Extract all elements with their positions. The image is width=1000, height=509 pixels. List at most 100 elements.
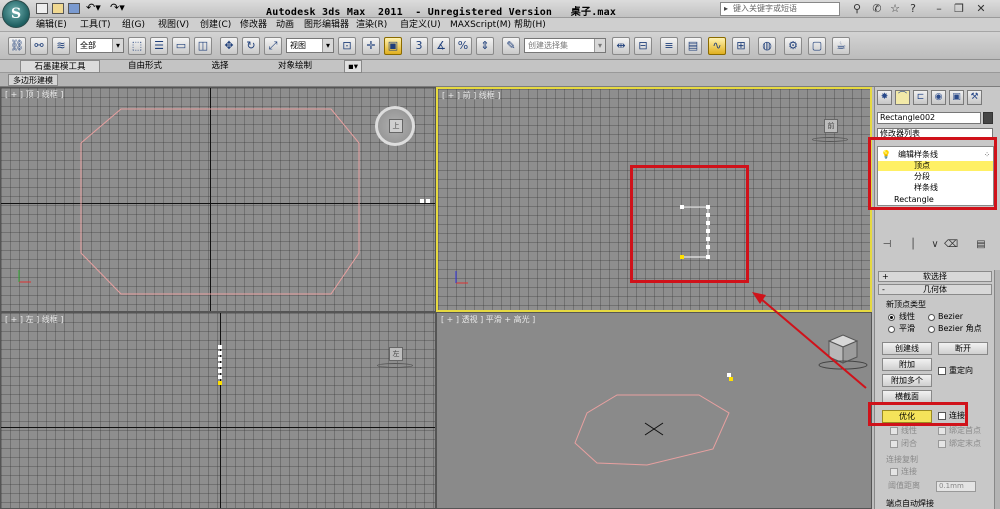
menu-customize[interactable]: 自定义(U) bbox=[400, 19, 441, 31]
menu-graph-editors[interactable]: 图形编辑器 bbox=[304, 19, 349, 31]
configure-modifier-sets-icon[interactable]: ▤ bbox=[974, 238, 988, 252]
viewcube-left-face[interactable]: 左 bbox=[389, 347, 403, 361]
utilities-panel-icon[interactable]: ⚒ bbox=[967, 90, 982, 105]
object-color-swatch[interactable] bbox=[983, 112, 993, 124]
help-icon[interactable]: ? bbox=[906, 2, 920, 16]
open-file-icon[interactable] bbox=[52, 3, 64, 14]
menu-animation[interactable]: 动画 bbox=[276, 19, 294, 31]
menu-edit[interactable]: 编辑(E) bbox=[36, 19, 67, 31]
align-icon[interactable]: ⊟ bbox=[634, 37, 652, 55]
viewport-left[interactable]: [ + ] 左 ] 线框 ] 左 bbox=[0, 312, 436, 509]
snaps-toggle-icon[interactable]: 3 bbox=[410, 37, 428, 55]
bind-space-warp-icon[interactable]: ≋ bbox=[52, 37, 70, 55]
tab-graphite-modeling[interactable]: 石墨建模工具 bbox=[20, 60, 100, 73]
menu-group[interactable]: 组(G) bbox=[122, 19, 145, 31]
ribbon-options-icon[interactable]: ▪▾ bbox=[344, 60, 362, 73]
angle-snap-icon[interactable]: ∡ bbox=[432, 37, 450, 55]
threshold-spinner[interactable]: 0.1mm bbox=[936, 481, 976, 492]
selection-filter-dropdown[interactable]: 全部 bbox=[76, 38, 124, 53]
redo-icon[interactable]: ↷▾ bbox=[110, 1, 125, 14]
command-panel-scrollbar[interactable] bbox=[994, 270, 1000, 509]
rotate-icon[interactable]: ↻ bbox=[242, 37, 260, 55]
attach-button[interactable]: 附加 bbox=[882, 358, 932, 371]
polygon-modeling-panel[interactable]: 多边形建模 bbox=[8, 74, 58, 86]
move-icon[interactable]: ✥ bbox=[220, 37, 238, 55]
menu-create[interactable]: 创建(C) bbox=[200, 19, 231, 31]
search-input[interactable]: 键入关键字或短语 bbox=[720, 2, 840, 16]
undo-icon[interactable]: ↶▾ bbox=[86, 1, 101, 14]
menu-rendering[interactable]: 渲染(R) bbox=[356, 19, 387, 31]
viewcube-top-face[interactable]: 上 bbox=[389, 119, 403, 133]
bind-first-checkbox[interactable] bbox=[938, 427, 946, 435]
minimize-icon[interactable]: – bbox=[932, 2, 946, 16]
hierarchy-panel-icon[interactable]: ⊏ bbox=[913, 90, 928, 105]
create-line-button[interactable]: 创建线 bbox=[882, 342, 932, 355]
linear-checkbox[interactable] bbox=[890, 427, 898, 435]
object-name-field[interactable]: Rectangle002 bbox=[877, 112, 981, 124]
tab-selection[interactable]: 选择 bbox=[190, 60, 250, 73]
save-file-icon[interactable] bbox=[68, 3, 80, 14]
close-icon[interactable]: ✕ bbox=[974, 2, 988, 16]
pin-stack-icon[interactable]: ⊣ bbox=[880, 238, 894, 252]
select-by-name-icon[interactable]: ☰ bbox=[150, 37, 168, 55]
edit-named-selection-icon[interactable]: ✎ bbox=[502, 37, 520, 55]
menu-maxscript[interactable]: MAXScript(M) bbox=[450, 19, 511, 31]
percent-snap-icon[interactable]: % bbox=[454, 37, 472, 55]
closed-checkbox[interactable] bbox=[890, 440, 898, 448]
new-file-icon[interactable] bbox=[36, 3, 48, 14]
select-object-icon[interactable]: ⬚ bbox=[128, 37, 146, 55]
viewcube-left[interactable]: 左 bbox=[377, 337, 417, 377]
graphite-toggle-icon[interactable]: ▤ bbox=[684, 37, 702, 55]
connect-copy-checkbox[interactable] bbox=[890, 468, 898, 476]
unlink-icon[interactable]: ⚯ bbox=[30, 37, 48, 55]
make-unique-icon[interactable]: ∨ bbox=[928, 238, 942, 252]
show-end-result-icon[interactable]: │ bbox=[906, 238, 920, 252]
select-manipulate-icon[interactable]: ✛ bbox=[362, 37, 380, 55]
communication-center-icon[interactable]: ✆ bbox=[870, 2, 884, 16]
radio-linear[interactable] bbox=[888, 314, 895, 321]
break-button[interactable]: 断开 bbox=[938, 342, 988, 355]
named-selection-set-dropdown[interactable]: 创建选择集 bbox=[524, 38, 606, 53]
menu-tools[interactable]: 工具(T) bbox=[80, 19, 111, 31]
menu-views[interactable]: 视图(V) bbox=[158, 19, 189, 31]
render-setup-icon[interactable]: ⚙ bbox=[784, 37, 802, 55]
rollout-geometry[interactable]: - 几何体 bbox=[878, 284, 992, 295]
rect-selection-icon[interactable]: ▭ bbox=[172, 37, 190, 55]
tab-freeform[interactable]: 自由形式 bbox=[110, 60, 180, 73]
scale-icon[interactable]: ⤢ bbox=[264, 37, 282, 55]
layer-manager-icon[interactable]: ≡ bbox=[660, 37, 678, 55]
tab-object-paint[interactable]: 对象绘制 bbox=[260, 60, 330, 73]
reference-coord-dropdown[interactable]: 视图 bbox=[286, 38, 334, 53]
menu-help[interactable]: 帮助(H) bbox=[514, 19, 546, 31]
mirror-icon[interactable]: ⇹ bbox=[612, 37, 630, 55]
app-logo-button[interactable]: S bbox=[2, 0, 30, 28]
restore-icon[interactable]: ❐ bbox=[952, 2, 966, 16]
motion-panel-icon[interactable]: ◉ bbox=[931, 90, 946, 105]
bind-last-checkbox[interactable] bbox=[938, 440, 946, 448]
favorites-icon[interactable]: ☆ bbox=[888, 2, 902, 16]
schematic-view-icon[interactable]: ⊞ bbox=[732, 37, 750, 55]
window-crossing-icon[interactable]: ◫ bbox=[194, 37, 212, 55]
material-editor-icon[interactable]: ◍ bbox=[758, 37, 776, 55]
radio-bezier-corner[interactable] bbox=[928, 326, 935, 333]
select-link-icon[interactable]: ⛓ bbox=[8, 37, 26, 55]
rendered-frame-icon[interactable]: ▢ bbox=[808, 37, 826, 55]
viewport-top[interactable]: [ + ] 顶 ] 线框 ] 上 bbox=[0, 87, 436, 312]
viewcube-top[interactable]: 上 bbox=[375, 106, 415, 146]
reorient-checkbox[interactable] bbox=[938, 367, 946, 375]
keyboard-shortcut-override-icon[interactable]: ▣ bbox=[384, 37, 402, 55]
attach-multiple-button[interactable]: 附加多个 bbox=[882, 374, 932, 387]
radio-bezier[interactable] bbox=[928, 314, 935, 321]
binoculars-icon[interactable]: ⚲ bbox=[850, 2, 864, 16]
render-production-icon[interactable]: ☕ bbox=[832, 37, 850, 55]
create-panel-icon[interactable]: ✸ bbox=[877, 90, 892, 105]
display-panel-icon[interactable]: ▣ bbox=[949, 90, 964, 105]
radio-smooth[interactable] bbox=[888, 326, 895, 333]
remove-modifier-icon[interactable]: ⌫ bbox=[944, 238, 958, 252]
curve-editor-icon[interactable]: ∿ bbox=[708, 37, 726, 55]
spinner-snap-icon[interactable]: ⇕ bbox=[476, 37, 494, 55]
modify-panel-icon[interactable]: ⌒ bbox=[895, 90, 910, 105]
menu-modifiers[interactable]: 修改器 bbox=[240, 19, 267, 31]
pivot-center-icon[interactable]: ⊡ bbox=[338, 37, 356, 55]
rollout-soft-selection[interactable]: + 软选择 bbox=[878, 271, 992, 282]
